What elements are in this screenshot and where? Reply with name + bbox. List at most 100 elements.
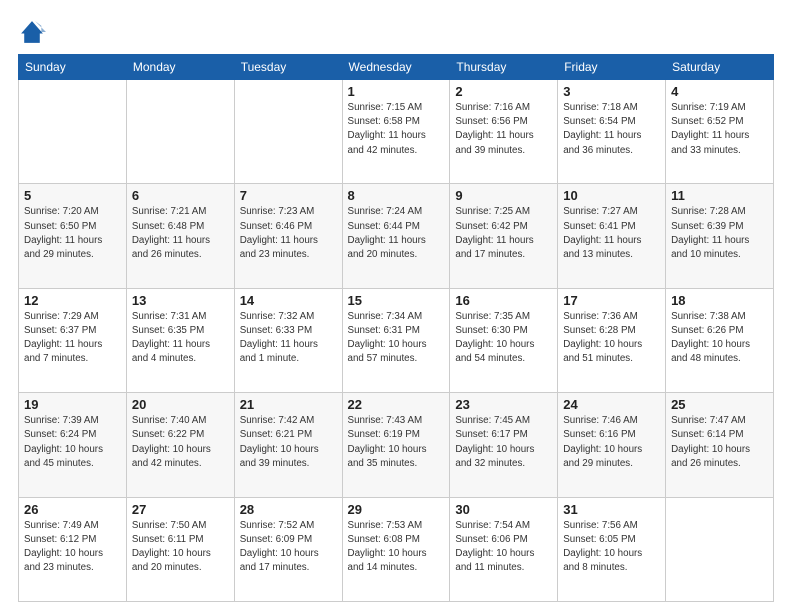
day-number: 2	[455, 84, 552, 99]
logo	[18, 18, 48, 46]
day-number: 4	[671, 84, 768, 99]
day-info: Sunrise: 7:16 AM Sunset: 6:56 PM Dayligh…	[455, 101, 552, 158]
day-info: Sunrise: 7:40 AM Sunset: 6:22 PM Dayligh…	[132, 414, 229, 471]
day-number: 15	[348, 293, 445, 308]
day-info: Sunrise: 7:23 AM Sunset: 6:46 PM Dayligh…	[240, 205, 337, 262]
calendar-cell: 22 Sunrise: 7:43 AM Sunset: 6:19 PM Dayli…	[342, 393, 450, 497]
day-header-sunday: Sunday	[19, 55, 127, 80]
day-info: Sunrise: 7:46 AM Sunset: 6:16 PM Dayligh…	[563, 414, 660, 471]
day-number: 19	[24, 397, 121, 412]
day-info: Sunrise: 7:35 AM Sunset: 6:30 PM Dayligh…	[455, 310, 552, 367]
calendar-cell	[234, 80, 342, 184]
day-info: Sunrise: 7:25 AM Sunset: 6:42 PM Dayligh…	[455, 205, 552, 262]
calendar-cell: 1 Sunrise: 7:15 AM Sunset: 6:58 PM Daylig…	[342, 80, 450, 184]
day-info: Sunrise: 7:24 AM Sunset: 6:44 PM Dayligh…	[348, 205, 445, 262]
day-number: 9	[455, 188, 552, 203]
day-number: 23	[455, 397, 552, 412]
day-info: Sunrise: 7:52 AM Sunset: 6:09 PM Dayligh…	[240, 519, 337, 576]
logo-icon	[18, 18, 46, 46]
calendar-cell: 2 Sunrise: 7:16 AM Sunset: 6:56 PM Daylig…	[450, 80, 558, 184]
day-info: Sunrise: 7:32 AM Sunset: 6:33 PM Dayligh…	[240, 310, 337, 367]
calendar-cell: 13 Sunrise: 7:31 AM Sunset: 6:35 PM Dayli…	[126, 288, 234, 392]
day-info: Sunrise: 7:18 AM Sunset: 6:54 PM Dayligh…	[563, 101, 660, 158]
calendar-cell: 25Sunrise: 7:47 AM Sunset: 6:14 PM Dayli…	[666, 393, 774, 497]
calendar-cell: 3 Sunrise: 7:18 AM Sunset: 6:54 PM Daylig…	[558, 80, 666, 184]
day-header-tuesday: Tuesday	[234, 55, 342, 80]
day-header-friday: Friday	[558, 55, 666, 80]
day-number: 28	[240, 502, 337, 517]
calendar-week-3: 12 Sunrise: 7:29 AM Sunset: 6:37 PM Dayli…	[19, 288, 774, 392]
calendar-cell: 4Sunrise: 7:19 AM Sunset: 6:52 PM Daylig…	[666, 80, 774, 184]
calendar-cell: 8 Sunrise: 7:24 AM Sunset: 6:44 PM Daylig…	[342, 184, 450, 288]
calendar-cell: 10Sunrise: 7:27 AM Sunset: 6:41 PM Dayli…	[558, 184, 666, 288]
calendar-cell: 17 Sunrise: 7:36 AM Sunset: 6:28 PM Dayli…	[558, 288, 666, 392]
calendar-cell: 16 Sunrise: 7:35 AM Sunset: 6:30 PM Dayli…	[450, 288, 558, 392]
day-header-thursday: Thursday	[450, 55, 558, 80]
calendar-week-4: 19Sunrise: 7:39 AM Sunset: 6:24 PM Dayli…	[19, 393, 774, 497]
day-number: 12	[24, 293, 121, 308]
day-number: 3	[563, 84, 660, 99]
header	[18, 18, 774, 46]
calendar-table: SundayMondayTuesdayWednesdayThursdayFrid…	[18, 54, 774, 602]
calendar-cell: 15 Sunrise: 7:34 AM Sunset: 6:31 PM Dayli…	[342, 288, 450, 392]
day-info: Sunrise: 7:21 AM Sunset: 6:48 PM Dayligh…	[132, 205, 229, 262]
calendar-cell: 30Sunrise: 7:54 AM Sunset: 6:06 PM Dayli…	[450, 497, 558, 601]
page: SundayMondayTuesdayWednesdayThursdayFrid…	[0, 0, 792, 612]
day-number: 17	[563, 293, 660, 308]
day-number: 22	[348, 397, 445, 412]
calendar-cell: 7Sunrise: 7:23 AM Sunset: 6:46 PM Daylig…	[234, 184, 342, 288]
day-number: 18	[671, 293, 768, 308]
calendar-cell: 18 Sunrise: 7:38 AM Sunset: 6:26 PM Dayli…	[666, 288, 774, 392]
day-number: 5	[24, 188, 121, 203]
calendar-week-2: 5 Sunrise: 7:20 AM Sunset: 6:50 PM Daylig…	[19, 184, 774, 288]
day-info: Sunrise: 7:15 AM Sunset: 6:58 PM Dayligh…	[348, 101, 445, 158]
calendar-cell: 26 Sunrise: 7:49 AM Sunset: 6:12 PM Dayli…	[19, 497, 127, 601]
day-info: Sunrise: 7:56 AM Sunset: 6:05 PM Dayligh…	[563, 519, 660, 576]
calendar-cell: 14 Sunrise: 7:32 AM Sunset: 6:33 PM Dayli…	[234, 288, 342, 392]
calendar-cell: 27Sunrise: 7:50 AM Sunset: 6:11 PM Dayli…	[126, 497, 234, 601]
calendar-cell: 24 Sunrise: 7:46 AM Sunset: 6:16 PM Dayli…	[558, 393, 666, 497]
calendar-cell	[126, 80, 234, 184]
day-header-wednesday: Wednesday	[342, 55, 450, 80]
day-info: Sunrise: 7:31 AM Sunset: 6:35 PM Dayligh…	[132, 310, 229, 367]
day-info: Sunrise: 7:34 AM Sunset: 6:31 PM Dayligh…	[348, 310, 445, 367]
day-number: 13	[132, 293, 229, 308]
calendar-header-row: SundayMondayTuesdayWednesdayThursdayFrid…	[19, 55, 774, 80]
day-number: 29	[348, 502, 445, 517]
day-info: Sunrise: 7:50 AM Sunset: 6:11 PM Dayligh…	[132, 519, 229, 576]
day-info: Sunrise: 7:29 AM Sunset: 6:37 PM Dayligh…	[24, 310, 121, 367]
calendar-week-1: 1 Sunrise: 7:15 AM Sunset: 6:58 PM Daylig…	[19, 80, 774, 184]
day-info: Sunrise: 7:45 AM Sunset: 6:17 PM Dayligh…	[455, 414, 552, 471]
day-header-monday: Monday	[126, 55, 234, 80]
day-number: 20	[132, 397, 229, 412]
calendar-cell	[666, 497, 774, 601]
day-info: Sunrise: 7:38 AM Sunset: 6:26 PM Dayligh…	[671, 310, 768, 367]
day-number: 1	[348, 84, 445, 99]
day-number: 16	[455, 293, 552, 308]
calendar-week-5: 26 Sunrise: 7:49 AM Sunset: 6:12 PM Dayli…	[19, 497, 774, 601]
day-info: Sunrise: 7:27 AM Sunset: 6:41 PM Dayligh…	[563, 205, 660, 262]
calendar-cell: 20 Sunrise: 7:40 AM Sunset: 6:22 PM Dayli…	[126, 393, 234, 497]
calendar-cell: 9 Sunrise: 7:25 AM Sunset: 6:42 PM Daylig…	[450, 184, 558, 288]
day-number: 21	[240, 397, 337, 412]
calendar-cell: 5 Sunrise: 7:20 AM Sunset: 6:50 PM Daylig…	[19, 184, 127, 288]
day-info: Sunrise: 7:28 AM Sunset: 6:39 PM Dayligh…	[671, 205, 768, 262]
day-info: Sunrise: 7:43 AM Sunset: 6:19 PM Dayligh…	[348, 414, 445, 471]
calendar-cell: 11Sunrise: 7:28 AM Sunset: 6:39 PM Dayli…	[666, 184, 774, 288]
calendar-cell: 19Sunrise: 7:39 AM Sunset: 6:24 PM Dayli…	[19, 393, 127, 497]
calendar-cell	[19, 80, 127, 184]
day-number: 14	[240, 293, 337, 308]
day-info: Sunrise: 7:20 AM Sunset: 6:50 PM Dayligh…	[24, 205, 121, 262]
day-number: 24	[563, 397, 660, 412]
calendar-cell: 23 Sunrise: 7:45 AM Sunset: 6:17 PM Dayli…	[450, 393, 558, 497]
calendar-cell: 28 Sunrise: 7:52 AM Sunset: 6:09 PM Dayli…	[234, 497, 342, 601]
day-number: 26	[24, 502, 121, 517]
day-info: Sunrise: 7:49 AM Sunset: 6:12 PM Dayligh…	[24, 519, 121, 576]
day-info: Sunrise: 7:42 AM Sunset: 6:21 PM Dayligh…	[240, 414, 337, 471]
day-number: 30	[455, 502, 552, 517]
calendar-cell: 21 Sunrise: 7:42 AM Sunset: 6:21 PM Dayli…	[234, 393, 342, 497]
day-header-saturday: Saturday	[666, 55, 774, 80]
day-number: 6	[132, 188, 229, 203]
day-number: 8	[348, 188, 445, 203]
day-info: Sunrise: 7:36 AM Sunset: 6:28 PM Dayligh…	[563, 310, 660, 367]
